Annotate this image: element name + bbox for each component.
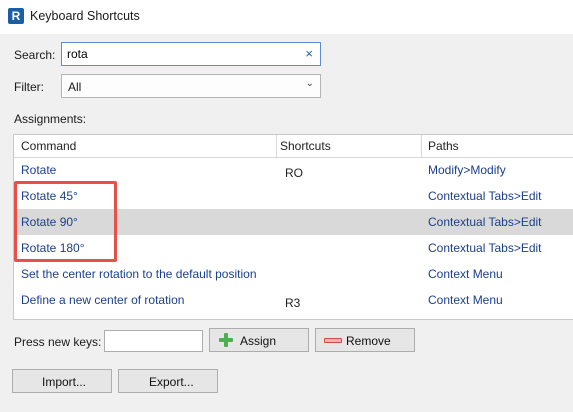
path-cell: Context Menu (428, 293, 503, 307)
export-button[interactable]: Export... (118, 369, 218, 393)
plus-icon (218, 332, 234, 348)
path-cell: Contextual Tabs>Edit (428, 215, 542, 229)
column-divider[interactable] (421, 135, 422, 157)
new-keys-input[interactable] (104, 330, 203, 352)
path-cell: Modify>Modify (428, 163, 506, 177)
shortcut-cell: R3 (285, 296, 301, 310)
search-label: Search: (14, 48, 56, 62)
minus-icon (324, 338, 342, 343)
table-row[interactable]: Define a new center of rotation R3 Conte… (14, 287, 573, 313)
annotation-highlight-box (14, 181, 117, 262)
filter-label: Filter: (14, 80, 44, 94)
revit-app-icon: R (8, 8, 24, 24)
press-new-keys-label: Press new keys: (14, 335, 102, 349)
column-header-paths[interactable]: Paths (428, 139, 459, 153)
remove-button[interactable]: Remove (315, 328, 415, 352)
assign-button-label: Assign (240, 334, 277, 348)
export-button-label: Export... (149, 375, 194, 389)
window-title: Keyboard Shortcuts (30, 9, 140, 23)
clear-search-icon[interactable]: × (305, 46, 313, 61)
command-cell: Set the center rotation to the default p… (21, 267, 257, 281)
path-cell: Contextual Tabs>Edit (428, 189, 542, 203)
table-header: Command Shortcuts Paths (14, 135, 573, 158)
search-field[interactable]: × (61, 42, 321, 66)
remove-button-label: Remove (346, 334, 391, 348)
path-cell: Context Menu (428, 267, 503, 281)
filter-dropdown[interactable]: All ⌄ (61, 74, 321, 98)
title-bar: R Keyboard Shortcuts (0, 0, 573, 34)
filter-selected-value: All (68, 80, 82, 94)
assign-button[interactable]: Assign (209, 328, 309, 352)
assignments-label: Assignments: (14, 112, 87, 126)
import-button[interactable]: Import... (12, 369, 112, 393)
command-cell: Define a new center of rotation (21, 293, 185, 307)
table-row[interactable]: Set the center rotation to the default p… (14, 261, 573, 287)
table-row[interactable]: Rotate RO Modify>Modify (14, 157, 573, 183)
search-input[interactable] (67, 47, 287, 61)
column-divider[interactable] (276, 135, 277, 157)
column-header-shortcuts[interactable]: Shortcuts (280, 139, 331, 153)
command-cell: Rotate (21, 163, 57, 177)
shortcut-cell: RO (285, 166, 303, 180)
path-cell: Contextual Tabs>Edit (428, 241, 542, 255)
import-button-label: Import... (42, 375, 87, 389)
column-header-command[interactable]: Command (21, 139, 76, 153)
chevron-down-icon[interactable]: ⌄ (306, 78, 314, 89)
